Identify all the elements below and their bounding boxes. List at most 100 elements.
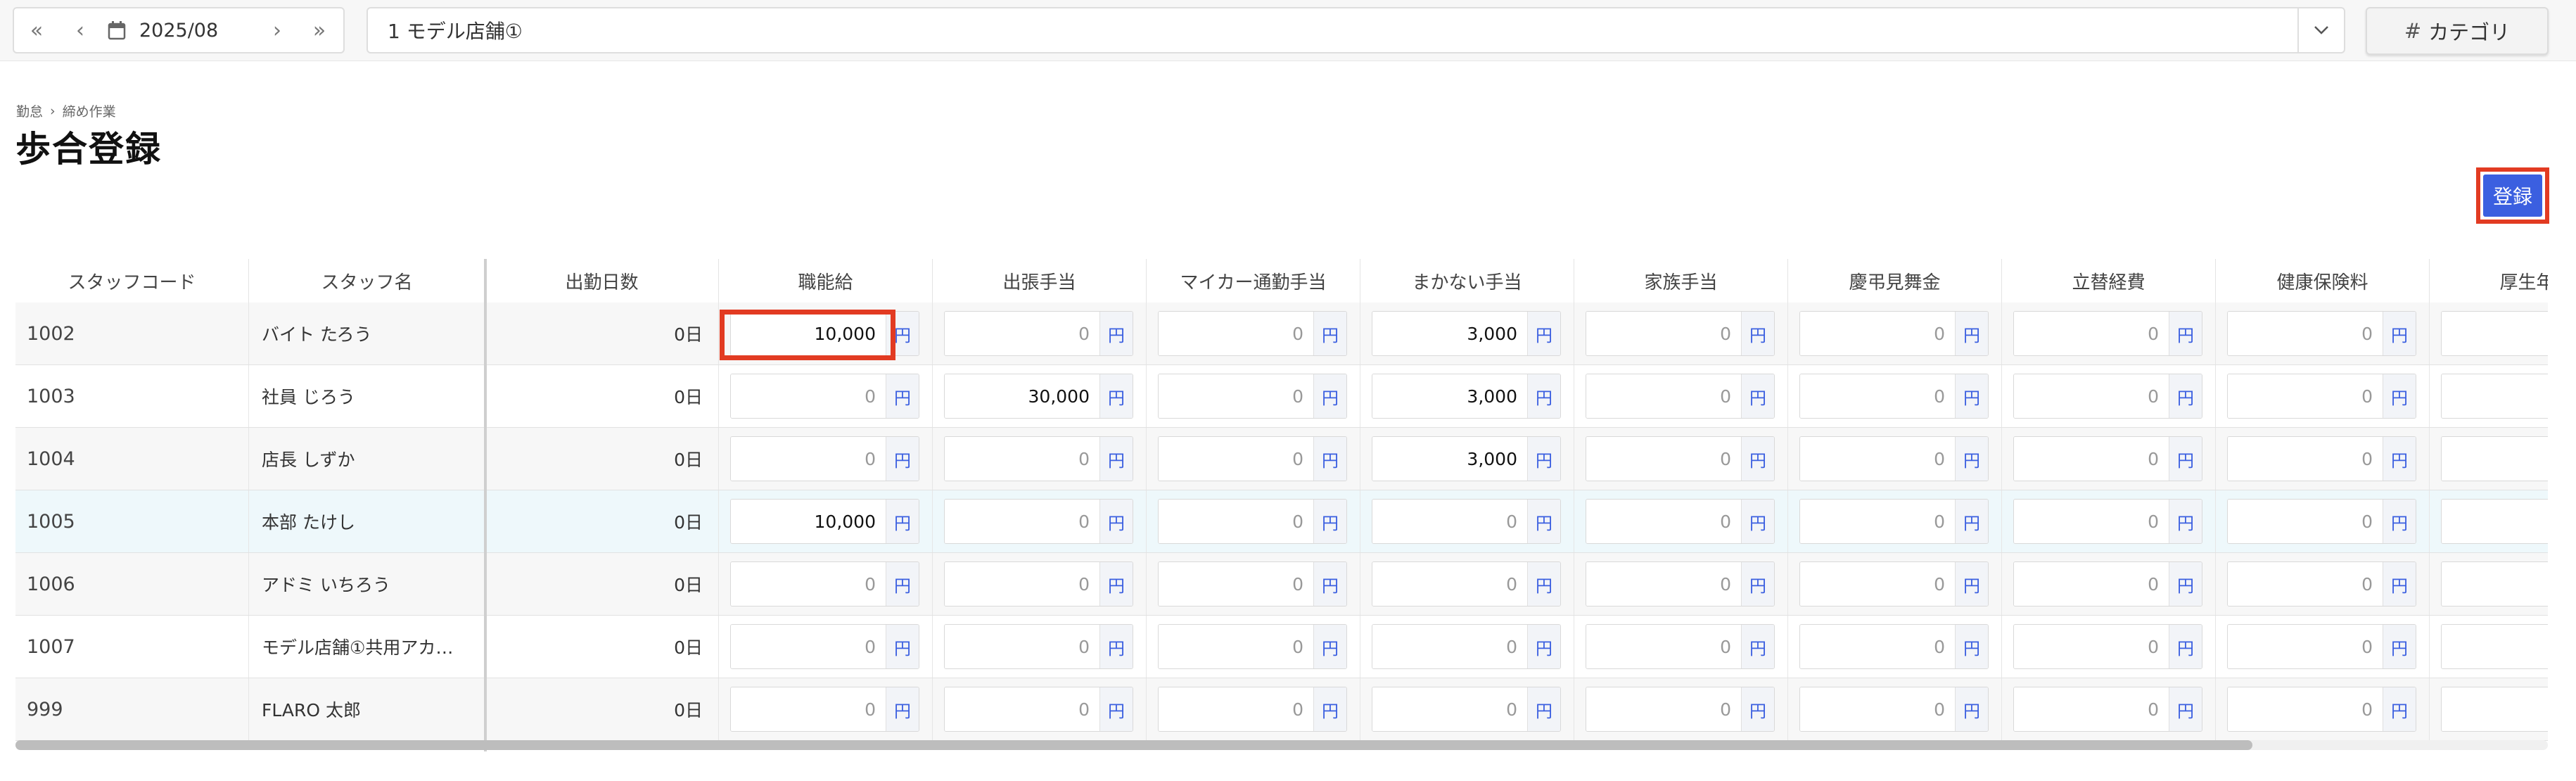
amount-input[interactable]: 0 (2228, 374, 2383, 418)
column-header[interactable]: 出張手当 (933, 259, 1147, 303)
amount-input[interactable]: 10,000 (731, 500, 886, 543)
amount-input[interactable]: 0 (1586, 500, 1741, 543)
amount-cell: 0円 (2216, 365, 2430, 427)
amount-input[interactable]: 0 (945, 562, 1099, 606)
amount-input[interactable]: 0 (2014, 312, 2169, 355)
amount-input[interactable]: 10,000 (731, 312, 886, 355)
amount-input[interactable]: 0 (1372, 625, 1527, 668)
store-select[interactable]: 1 モデル店舗① (366, 7, 2345, 53)
amount-input[interactable]: 0 (1586, 312, 1741, 355)
amount-input[interactable]: 0 (1159, 374, 1313, 418)
column-header[interactable]: スタッフ名 (249, 259, 485, 303)
column-header[interactable]: スタッフコード (15, 259, 249, 303)
horizontal-scrollbar-thumb[interactable] (15, 740, 2252, 750)
amount-input-group: 0円 (2013, 561, 2202, 607)
amount-input[interactable]: 0 (2228, 500, 2383, 543)
amount-input[interactable]: 0 (2228, 687, 2383, 731)
amount-input[interactable] (2442, 562, 2548, 606)
amount-input[interactable]: 0 (1800, 500, 1955, 543)
amount-input[interactable]: 0 (1586, 625, 1741, 668)
amount-input[interactable]: 0 (2014, 687, 2169, 731)
amount-cell: 0円 (1147, 490, 1360, 552)
column-header[interactable]: 厚生年金 (2430, 259, 2548, 303)
amount-input[interactable]: 0 (2228, 562, 2383, 606)
amount-input[interactable] (2442, 625, 2548, 668)
amount-input[interactable]: 0 (2228, 437, 2383, 481)
breadcrumb: 勤怠 › 締め作業 (16, 101, 116, 120)
amount-input[interactable]: 0 (1372, 687, 1527, 731)
amount-input[interactable]: 0 (1800, 625, 1955, 668)
amount-input[interactable]: 0 (731, 687, 886, 731)
amount-input[interactable]: 0 (2014, 562, 2169, 606)
current-month[interactable]: 2025/08 (132, 20, 256, 42)
register-button[interactable]: 登録 (2483, 174, 2542, 217)
breadcrumb-item[interactable]: 勤怠 (16, 101, 43, 120)
amount-input[interactable]: 0 (2014, 500, 2169, 543)
amount-input[interactable]: 0 (731, 374, 886, 418)
amount-input-group: 0円 (944, 624, 1133, 669)
column-header[interactable]: 慶弔見舞金 (1788, 259, 2002, 303)
amount-input[interactable]: 0 (1586, 374, 1741, 418)
amount-input[interactable] (2442, 312, 2548, 355)
amount-input-group: 0円 (1799, 499, 1989, 544)
column-header[interactable]: 立替経費 (2002, 259, 2216, 303)
amount-input[interactable]: 0 (2014, 437, 2169, 481)
column-header[interactable]: 出勤日数 (485, 259, 719, 303)
amount-input-group: 0円 (1158, 687, 1347, 732)
amount-input[interactable] (2442, 374, 2548, 418)
amount-input[interactable]: 0 (1586, 437, 1741, 481)
amount-input[interactable]: 0 (1159, 687, 1313, 731)
amount-input[interactable]: 0 (1159, 437, 1313, 481)
amount-input[interactable]: 3,000 (1372, 437, 1527, 481)
amount-input[interactable]: 0 (945, 437, 1099, 481)
next-month-button[interactable]: › (256, 8, 298, 52)
amount-input[interactable]: 0 (1586, 687, 1741, 731)
amount-input[interactable]: 0 (731, 562, 886, 606)
chevron-down-icon[interactable] (2297, 8, 2344, 52)
yen-unit-label: 円 (1099, 687, 1133, 731)
calendar-icon[interactable] (101, 8, 132, 52)
store-select-value[interactable]: 1 モデル店舗① (368, 16, 2297, 44)
amount-input[interactable]: 0 (731, 437, 886, 481)
amount-input[interactable]: 0 (2014, 374, 2169, 418)
amount-input[interactable]: 0 (1800, 562, 1955, 606)
amount-input[interactable]: 30,000 (945, 374, 1099, 418)
amount-input[interactable]: 0 (945, 625, 1099, 668)
amount-input[interactable]: 0 (1800, 312, 1955, 355)
amount-input[interactable]: 0 (2014, 625, 2169, 668)
amount-input[interactable]: 0 (1159, 625, 1313, 668)
column-header[interactable]: マイカー通勤手当 (1147, 259, 1360, 303)
prev-month-button[interactable]: ‹ (59, 8, 101, 52)
amount-input[interactable]: 0 (1800, 437, 1955, 481)
amount-input[interactable] (2442, 500, 2548, 543)
amount-input[interactable]: 0 (2228, 312, 2383, 355)
amount-input[interactable]: 0 (945, 500, 1099, 543)
column-header[interactable]: 家族手当 (1574, 259, 1788, 303)
amount-input[interactable]: 0 (1159, 500, 1313, 543)
amount-input[interactable]: 0 (1159, 562, 1313, 606)
amount-input[interactable]: 0 (1586, 562, 1741, 606)
amount-input[interactable]: 0 (945, 312, 1099, 355)
amount-input[interactable] (2442, 687, 2548, 731)
amount-input[interactable]: 0 (731, 625, 886, 668)
amount-input[interactable] (2442, 437, 2548, 481)
staff-name-cell: 社員 じろう (249, 365, 485, 427)
breadcrumb-item[interactable]: 締め作業 (63, 101, 116, 120)
column-header[interactable]: 健康保険料 (2216, 259, 2430, 303)
yen-unit-label: 円 (1527, 374, 1560, 418)
amount-input[interactable]: 3,000 (1372, 312, 1527, 355)
column-header[interactable]: まかない手当 (1360, 259, 1574, 303)
amount-input[interactable]: 0 (1372, 500, 1527, 543)
column-header[interactable]: 職能給 (719, 259, 933, 303)
amount-input[interactable]: 0 (945, 687, 1099, 731)
prev-year-button[interactable]: « (14, 8, 59, 52)
amount-input[interactable]: 0 (2228, 625, 2383, 668)
amount-input[interactable]: 0 (1800, 374, 1955, 418)
next-year-button[interactable]: » (298, 8, 340, 52)
yen-unit-label: 円 (2169, 500, 2202, 543)
category-button[interactable]: # カテゴリ (2366, 7, 2549, 55)
amount-input[interactable]: 0 (1800, 687, 1955, 731)
amount-input[interactable]: 0 (1159, 312, 1313, 355)
amount-input[interactable]: 3,000 (1372, 374, 1527, 418)
amount-input[interactable]: 0 (1372, 562, 1527, 606)
